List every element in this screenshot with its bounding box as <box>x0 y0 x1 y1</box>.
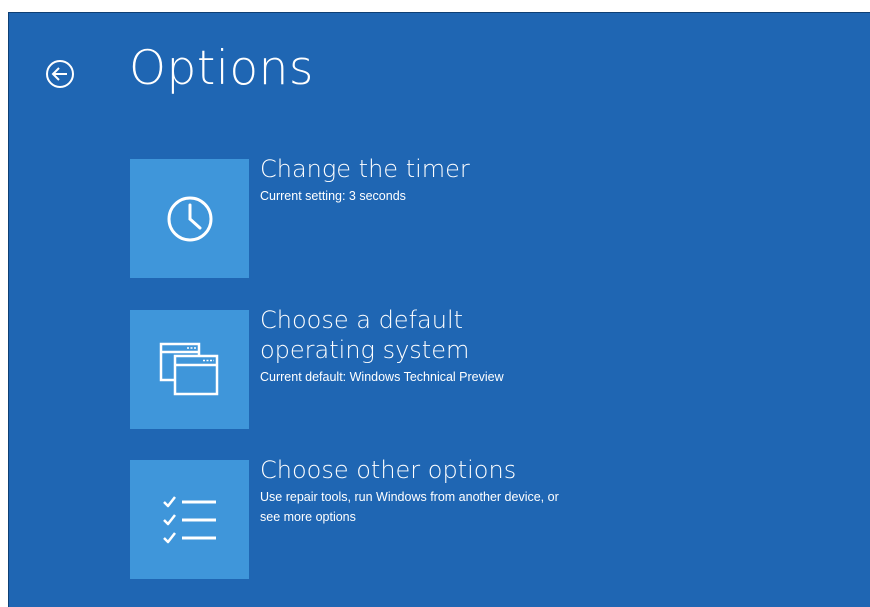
page-title: Options <box>129 41 314 96</box>
choose-default-os-option[interactable]: Choose a default operating system Curren… <box>130 306 690 430</box>
back-button[interactable] <box>43 57 77 91</box>
option-title: Choose other options <box>260 456 517 484</box>
option-title: Choose a default operating system <box>260 306 470 364</box>
windows-stack-icon <box>159 342 218 395</box>
option-tile[interactable] <box>130 310 249 429</box>
option-description: Current default: Windows Technical Previ… <box>260 370 504 384</box>
boot-options-screen: Options Change the timer Current setting… <box>8 12 870 607</box>
checklist-icon <box>162 495 216 543</box>
clock-icon <box>167 196 212 241</box>
back-arrow-circle-icon <box>46 60 74 88</box>
choose-other-options-option[interactable]: Choose other options Use repair tools, r… <box>130 456 690 580</box>
option-text: Choose other options Use repair tools, r… <box>260 455 560 527</box>
option-title: Change the timer <box>260 155 470 183</box>
option-text: Change the timer Current setting: 3 seco… <box>260 154 560 206</box>
option-tile[interactable] <box>130 460 249 579</box>
change-timer-option[interactable]: Change the timer Current setting: 3 seco… <box>130 155 690 279</box>
option-text: Choose a default operating system Curren… <box>260 305 560 387</box>
option-tile[interactable] <box>130 159 249 278</box>
option-description: Use repair tools, run Windows from anoth… <box>260 490 559 524</box>
option-description: Current setting: 3 seconds <box>260 189 406 203</box>
